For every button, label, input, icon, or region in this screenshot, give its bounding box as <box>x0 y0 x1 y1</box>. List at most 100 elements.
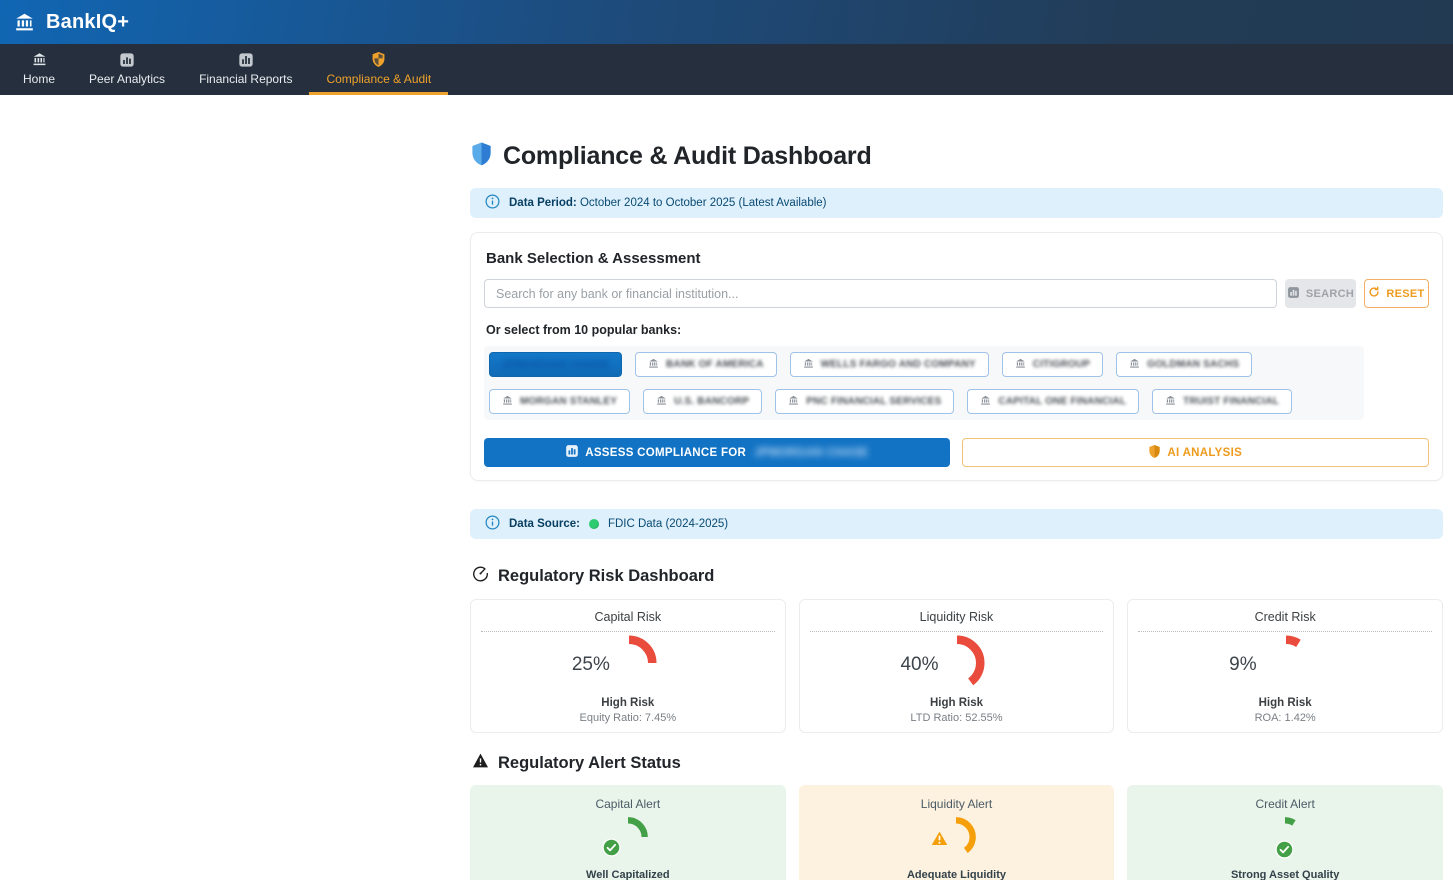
bank-building-icon <box>788 395 799 409</box>
gauge-risk-level: High Risk <box>601 697 654 709</box>
bank-button[interactable]: WELLS FARGO AND COMPANY <box>790 352 989 377</box>
risk-gauges-row: Capital Risk 25% High Risk Equity Ratio:… <box>470 599 1443 733</box>
page-title: Compliance & Audit Dashboard <box>503 142 872 171</box>
bank-building-icon <box>1015 358 1026 372</box>
gauge-chart: 9% <box>1205 634 1365 696</box>
alert-status-section: Regulatory Alert Status Capital Alert We… <box>470 753 1443 880</box>
info-icon <box>485 515 500 533</box>
data-period-label: Data Period: <box>509 197 577 209</box>
reset-button-label: RESET <box>1386 288 1424 300</box>
bank-button[interactable]: PNC FINANCIAL SERVICES <box>775 389 954 414</box>
warning-triangle-icon <box>472 753 489 773</box>
gauge-title: Capital Risk <box>481 610 775 632</box>
bank-building-icon <box>803 358 814 372</box>
gauge-percent: 25% <box>572 654 610 676</box>
popular-banks-grid: JPMORGAN CHASE BANK OF AMERICA WELLS FAR… <box>484 346 1364 420</box>
tab-financial-reports-label: Financial Reports <box>199 72 292 86</box>
bank-name-redacted: TRUIST FINANCIAL <box>1183 396 1279 407</box>
check-circle-icon <box>1275 840 1294 864</box>
tab-compliance-audit[interactable]: Compliance & Audit <box>309 44 448 95</box>
search-button[interactable]: SEARCH <box>1285 279 1356 308</box>
assess-row: ASSESS COMPLIANCE FOR JPMORGAN CHASE AI … <box>484 438 1429 467</box>
main-content: Compliance & Audit Dashboard Data Period… <box>470 141 1443 880</box>
bank-building-icon <box>648 358 659 372</box>
bank-building-icon <box>1165 395 1176 409</box>
search-input[interactable] <box>484 279 1277 308</box>
bank-button[interactable]: CAPITAL ONE FINANCIAL <box>967 389 1139 414</box>
gauge-metric: LTD Ratio: 52.55% <box>910 712 1002 724</box>
data-source-label: Data Source: <box>509 518 580 530</box>
assess-button-label: ASSESS COMPLIANCE FOR <box>585 447 746 459</box>
shield-icon <box>1148 444 1161 462</box>
bank-button-selected[interactable]: JPMORGAN CHASE <box>489 352 622 377</box>
gauge-icon <box>472 565 489 587</box>
warning-badge-icon <box>930 829 949 852</box>
bank-button[interactable]: MORGAN STANLEY <box>489 389 630 414</box>
risk-dashboard-heading-row: Regulatory Risk Dashboard <box>472 565 1443 587</box>
bank-name-redacted: GOLDMAN SACHS <box>1147 359 1239 370</box>
popular-banks-label: Or select from 10 popular banks: <box>486 323 1429 337</box>
alert-status-label: Well Capitalized <box>586 869 670 880</box>
main-tabbar: Home Peer Analytics Financial Reports Co… <box>0 44 1453 95</box>
data-source-bar: Data Source: FDIC Data (2024-2025) <box>470 509 1443 539</box>
bank-building-icon <box>656 395 667 409</box>
page-title-row: Compliance & Audit Dashboard <box>470 141 1443 172</box>
search-button-label: SEARCH <box>1306 288 1354 300</box>
risk-gauge-card-liquidity: Liquidity Risk 40% High Risk LTD Ratio: … <box>799 599 1115 733</box>
bank-button[interactable]: CITIGROUP <box>1002 352 1103 377</box>
bank-name-redacted: MORGAN STANLEY <box>520 396 617 407</box>
bank-button[interactable]: BANK OF AMERICA <box>635 352 777 377</box>
alert-gauge <box>1253 814 1317 860</box>
refresh-icon <box>1368 286 1380 301</box>
bank-button[interactable]: TRUIST FINANCIAL <box>1152 389 1292 414</box>
risk-gauge-card-capital: Capital Risk 25% High Risk Equity Ratio:… <box>470 599 786 733</box>
search-chart-icon <box>1287 286 1300 302</box>
info-icon <box>485 194 500 212</box>
bank-name-redacted: JPMORGAN CHASE <box>502 359 610 371</box>
gauge-chart: 25% <box>548 634 708 696</box>
alert-status-label: Adequate Liquidity <box>907 869 1006 880</box>
tab-financial-reports[interactable]: Financial Reports <box>182 44 309 95</box>
tab-compliance-audit-label: Compliance & Audit <box>326 72 431 86</box>
alert-card-credit: Credit Alert Strong Asset Quality <box>1127 785 1443 880</box>
home-bank-icon <box>31 51 48 68</box>
gauge-title: Credit Risk <box>1138 610 1432 632</box>
gauge-risk-level: High Risk <box>930 697 983 709</box>
gauge-metric: Equity Ratio: 7.45% <box>580 712 677 724</box>
bank-button[interactable]: U.S. BANCORP <box>643 389 762 414</box>
alert-card-liquidity: Liquidity Alert Adequate Liquidity <box>799 785 1115 880</box>
alert-title: Credit Alert <box>1255 797 1314 811</box>
gauge-chart: 40% <box>876 634 1036 696</box>
alert-gauge <box>924 814 988 860</box>
risk-dashboard-heading: Regulatory Risk Dashboard <box>498 567 714 586</box>
bank-selection-heading: Bank Selection & Assessment <box>486 250 1429 267</box>
search-row: SEARCH RESET <box>484 279 1429 308</box>
tab-peer-analytics-label: Peer Analytics <box>89 72 165 86</box>
bar-chart-icon <box>238 51 254 68</box>
bank-name-redacted: U.S. BANCORP <box>674 396 749 407</box>
alert-title: Liquidity Alert <box>921 797 992 811</box>
bank-name-redacted: WELLS FARGO AND COMPANY <box>821 359 976 370</box>
status-dot-green <box>589 519 599 529</box>
assess-compliance-button[interactable]: ASSESS COMPLIANCE FOR JPMORGAN CHASE <box>484 438 950 467</box>
bank-button[interactable]: GOLDMAN SACHS <box>1116 352 1252 377</box>
alert-status-heading: Regulatory Alert Status <box>498 754 681 773</box>
ai-analysis-button[interactable]: AI ANALYSIS <box>962 438 1430 467</box>
bank-name-redacted: CITIGROUP <box>1033 359 1090 370</box>
bank-building-icon <box>980 395 991 409</box>
tab-home[interactable]: Home <box>6 44 72 95</box>
bar-chart-icon <box>119 51 135 68</box>
top-navbar: BankIQ+ <box>0 0 1453 44</box>
chart-icon <box>565 444 579 461</box>
gauge-percent: 40% <box>900 654 938 676</box>
tab-peer-analytics[interactable]: Peer Analytics <box>72 44 182 95</box>
alert-gauge <box>596 814 660 860</box>
data-period-value: October 2024 to October 2025 (Latest Ava… <box>580 197 827 209</box>
bank-name-redacted: PNC FINANCIAL SERVICES <box>806 396 941 407</box>
reset-button[interactable]: RESET <box>1364 279 1429 308</box>
bank-name-redacted: CAPITAL ONE FINANCIAL <box>998 396 1126 407</box>
shield-title-icon <box>470 141 493 172</box>
data-period-text: Data Period: October 2024 to October 202… <box>509 197 827 209</box>
shield-icon <box>371 51 386 68</box>
gauge-risk-level: High Risk <box>1259 697 1312 709</box>
